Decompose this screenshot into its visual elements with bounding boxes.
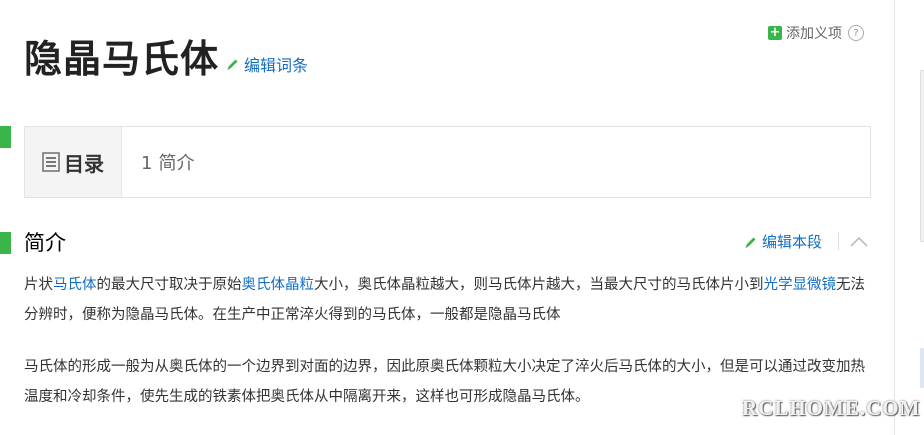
section-accent-bar xyxy=(0,232,11,254)
edit-section-label: 编辑本段 xyxy=(762,233,823,251)
table-of-contents: 目录 1 简介 xyxy=(24,126,871,198)
text-run: 的最大尺寸取决于原始 xyxy=(96,277,242,293)
help-icon[interactable]: ? xyxy=(848,25,864,41)
pencil-icon xyxy=(226,57,240,71)
toc-item-label: 简介 xyxy=(158,153,195,174)
toc-label: 目录 xyxy=(64,151,104,176)
edit-entry-label: 编辑词条 xyxy=(244,56,309,75)
toc-item-number: 1 xyxy=(141,153,153,174)
right-sidebar-fragment xyxy=(913,0,924,435)
text-run: 片状 xyxy=(24,277,53,293)
right-column-divider xyxy=(894,0,895,435)
link-martensite[interactable]: 马氏体 xyxy=(53,277,97,293)
add-sense-link[interactable]: + 添加义项 ? xyxy=(768,23,864,43)
link-optical-microscope[interactable]: 光学显微镜 xyxy=(764,277,837,293)
page-title: 隐晶马氏体 xyxy=(24,37,220,81)
divider xyxy=(838,232,839,250)
sidebar-box xyxy=(920,70,924,242)
text-run: 大小，奥氏体晶粒越大，则马氏体片越大，当最大尺寸的马氏体片小到 xyxy=(314,277,764,293)
pencil-icon xyxy=(744,235,758,249)
link-austenite-grain[interactable]: 奥氏体晶粒 xyxy=(242,277,315,293)
edit-section-link[interactable]: 编辑本段 xyxy=(744,231,822,252)
add-sense-label: 添加义项 xyxy=(786,26,842,42)
plus-icon: + xyxy=(768,25,782,40)
sidebar-highlight xyxy=(920,348,924,388)
watermark: RCLHOME.COM xyxy=(742,396,921,420)
toc-item-intro[interactable]: 1 简介 xyxy=(141,149,194,175)
intro-paragraph-1: 片状马氏体的最大尺寸取决于原始奥氏体晶粒大小，奥氏体晶粒越大，则马氏体片越大，当… xyxy=(24,270,874,330)
section-title: 简介 xyxy=(24,231,66,255)
collapse-chevron-up-icon[interactable] xyxy=(849,233,869,252)
toc-accent-bar xyxy=(0,126,11,148)
toc-header: 目录 xyxy=(25,127,122,197)
list-icon xyxy=(42,152,60,172)
edit-entry-link[interactable]: 编辑词条 xyxy=(226,52,308,76)
